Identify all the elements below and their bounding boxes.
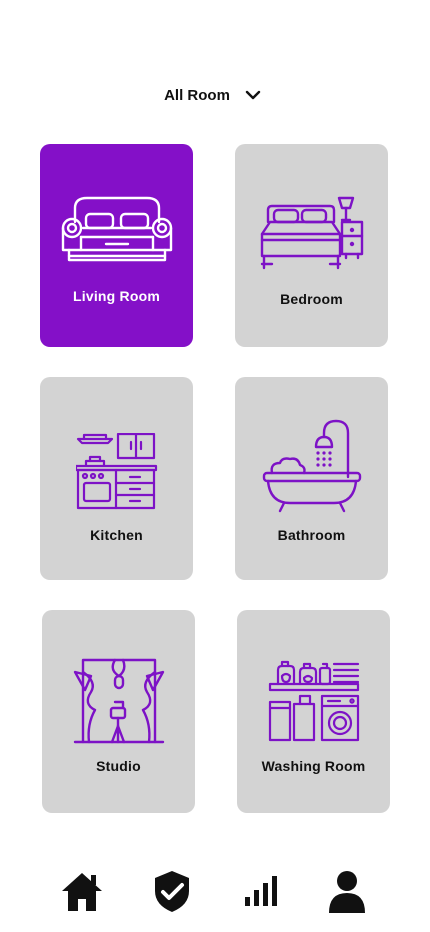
room-label: Bedroom [280,291,343,307]
nav-profile[interactable] [323,866,371,916]
room-card-washing-room[interactable]: Washing Room [237,610,390,813]
sofa-icon [61,196,172,262]
room-card-bedroom[interactable]: Bedroom [235,144,388,347]
home-icon [62,873,102,911]
washing-machine-icon [268,660,359,742]
nav-security[interactable] [148,866,196,916]
room-card-living-room[interactable]: Living Room [40,144,193,347]
room-card-bathroom[interactable]: Bathroom [235,377,388,580]
chevron-down-icon [245,90,261,100]
room-label: Living Room [73,288,160,304]
bottom-nav [0,866,430,922]
room-filter-dropdown[interactable]: All Room [0,86,430,104]
room-filter-label: All Room [164,86,230,104]
room-label: Studio [96,758,141,774]
room-label: Bathroom [277,527,346,543]
signal-bars-icon [245,876,277,906]
room-label: Washing Room [261,758,366,774]
nav-home[interactable] [58,866,106,916]
bathtub-icon [262,419,361,513]
room-card-kitchen[interactable]: Kitchen [40,377,193,580]
nav-stats[interactable] [238,866,286,916]
studio-icon [73,658,164,744]
room-label: Kitchen [90,527,143,543]
kitchen-icon [75,433,157,510]
bed-icon [260,196,363,270]
user-icon [329,871,365,913]
shield-check-icon [155,871,189,912]
room-card-studio[interactable]: Studio [42,610,195,813]
